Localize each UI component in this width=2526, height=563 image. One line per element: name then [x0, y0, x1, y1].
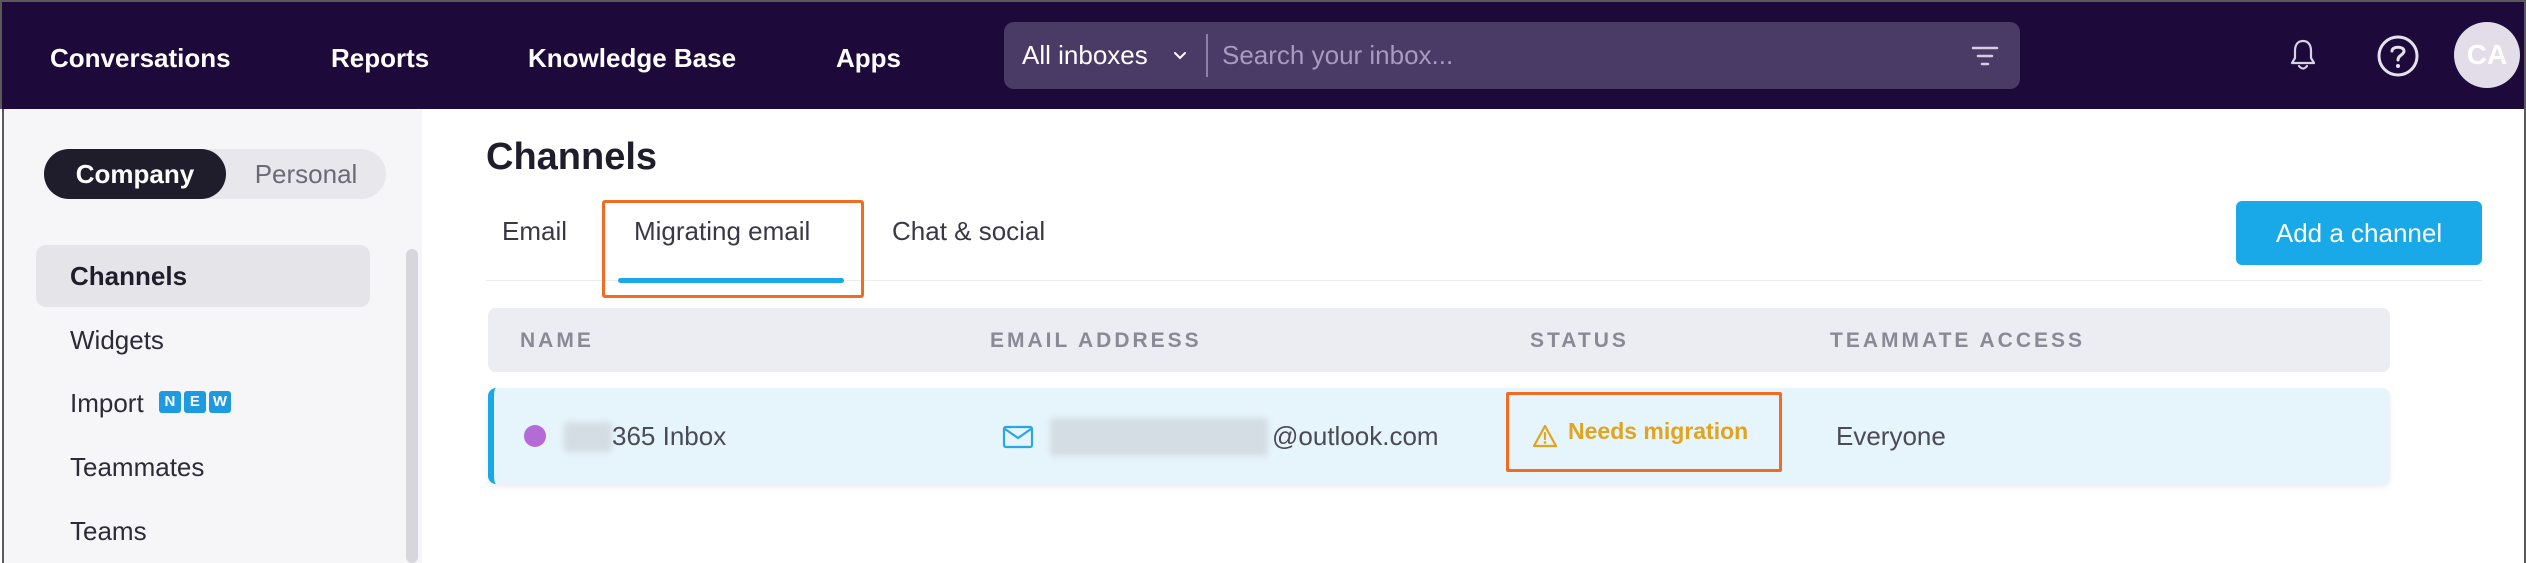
column-header-email: EMAIL ADDRESS	[990, 329, 1202, 352]
table-header: NAME EMAIL ADDRESS STATUS TEAMMATE ACCES…	[488, 308, 2390, 372]
sidebar-item-widgets[interactable]: Widgets	[36, 309, 370, 371]
nav-conversations[interactable]: Conversations	[50, 2, 231, 111]
warning-icon	[1532, 424, 1558, 448]
company-toggle[interactable]: Company	[44, 149, 226, 199]
table-row[interactable]: 365 Inbox @outlook.com Everyone	[488, 388, 2390, 484]
inbox-selector[interactable]: All inboxes	[1004, 22, 1204, 89]
new-badge: N E W	[158, 391, 231, 414]
add-channel-button[interactable]: Add a channel	[2236, 201, 2482, 265]
sidebar-item-label: Widgets	[70, 325, 164, 355]
new-badge-letter: W	[208, 391, 231, 414]
personal-toggle[interactable]: Personal	[226, 149, 386, 199]
help-icon[interactable]	[2376, 34, 2420, 78]
search-input[interactable]	[1222, 22, 1942, 89]
column-header-status: STATUS	[1530, 329, 1629, 352]
tab-email[interactable]: Email	[502, 216, 567, 247]
redacted-email-prefix	[1050, 418, 1268, 456]
redacted-name-prefix	[564, 422, 612, 452]
bell-icon[interactable]	[2288, 38, 2318, 72]
column-header-access: TEAMMATE ACCESS	[1830, 329, 2085, 352]
sidebar-item-teammates[interactable]: Teammates	[36, 436, 370, 498]
settings-sidebar: Company Personal Channels Widgets Import…	[2, 109, 422, 563]
sidebar-item-channels[interactable]: Channels	[36, 245, 370, 307]
inbox-name: 365 Inbox	[612, 421, 727, 451]
sidebar-item-label: Import	[70, 388, 144, 418]
page-title: Channels	[486, 136, 658, 178]
column-header-name: NAME	[520, 329, 594, 352]
filter-icon[interactable]	[1970, 42, 2000, 70]
sidebar-item-import[interactable]: Import N E W	[36, 372, 370, 434]
search-bar: All inboxes	[1004, 22, 2020, 89]
sidebar-item-label: Teams	[70, 516, 147, 546]
nav-knowledge-base[interactable]: Knowledge Base	[528, 2, 736, 111]
sidebar-item-teams[interactable]: Teams	[36, 500, 370, 562]
new-badge-letter: N	[158, 391, 181, 414]
new-badge-letter: E	[183, 391, 206, 414]
tab-highlight-box	[602, 200, 864, 298]
nav-reports[interactable]: Reports	[331, 2, 429, 111]
email-address: @outlook.com	[1272, 421, 1439, 451]
sidebar-item-label: Channels	[70, 261, 188, 291]
nav-apps[interactable]: Apps	[836, 2, 901, 111]
chevron-down-icon	[1174, 52, 1186, 60]
top-navigation-bar: Conversations Reports Knowledge Base App…	[0, 0, 2526, 109]
status-badge[interactable]: Needs migration	[1568, 418, 1748, 445]
search-divider	[1206, 34, 1208, 77]
avatar[interactable]: CA	[2454, 22, 2520, 88]
sidebar-item-label: Teammates	[70, 452, 205, 482]
tab-chat-social[interactable]: Chat & social	[892, 216, 1045, 247]
mail-icon	[1002, 425, 1034, 449]
teammate-access: Everyone	[1836, 421, 1946, 451]
inbox-color-dot	[524, 425, 546, 447]
scope-toggle: Company Personal	[44, 149, 386, 199]
sidebar-scrollbar[interactable]	[406, 249, 418, 563]
inbox-selector-label: All inboxes	[1022, 40, 1148, 70]
